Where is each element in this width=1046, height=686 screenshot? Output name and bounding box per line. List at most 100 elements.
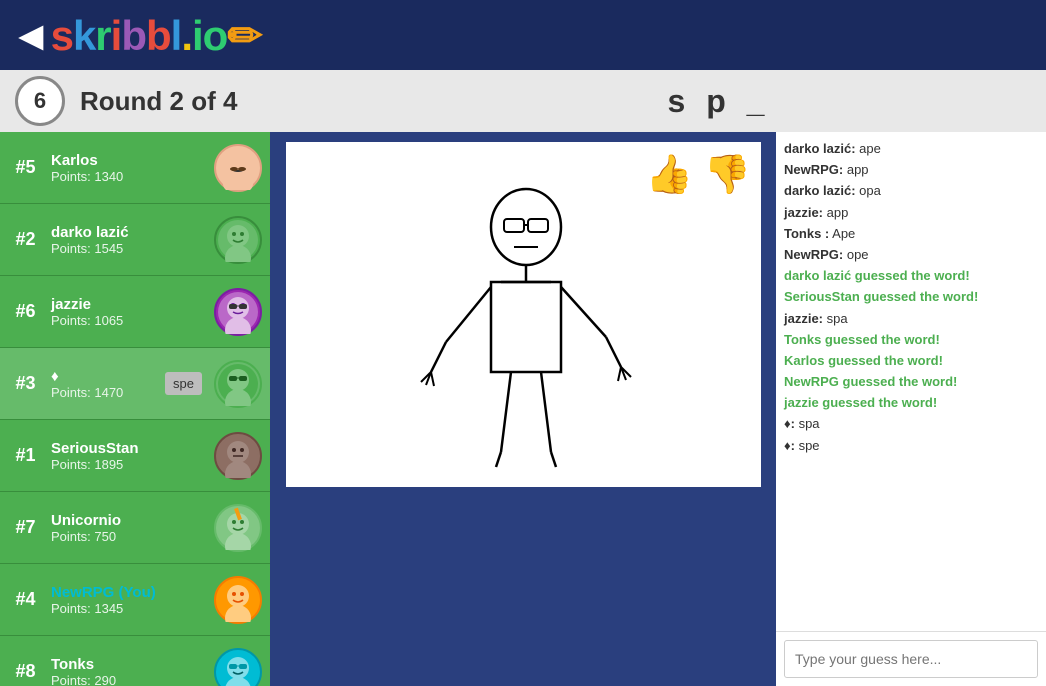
player-rank: #6 [8,301,43,322]
player-info: NewRPG (You) Points: 1345 [51,584,206,616]
player-points: Points: 1340 [51,169,206,184]
chat-area: darko lazić: ape NewRPG: app darko lazić… [776,132,1046,686]
player-item-drawing: #3 ♦ Points: 1470 spe [0,348,270,420]
logo-i: i [111,12,122,59]
player-info: jazzie Points: 1065 [51,296,206,328]
chat-input-area [776,631,1046,686]
player-name: NewRPG (You) [51,584,206,601]
logo-b2: b [146,12,171,59]
chat-message: NewRPG: ope [784,246,1038,264]
logo-l: l [171,12,182,59]
chat-sender: darko lazić: [784,141,856,156]
player-points: Points: 1545 [51,241,206,256]
player-points: Points: 1470 [51,385,157,400]
logo-r: r [95,12,110,59]
sidebar: #5 Karlos Points: 1340 #2 darko lazi [0,132,270,686]
logo-k: k [73,12,95,59]
player-item: #1 SeriousStan Points: 1895 [0,420,270,492]
avatar [214,432,262,480]
player-rank: #8 [8,661,43,682]
chat-sender: Tonks : [784,226,829,241]
avatar [214,648,262,686]
player-info: darko lazić Points: 1545 [51,224,206,256]
chat-message: darko lazić: opa [784,182,1038,200]
avatar [214,144,262,192]
player-name: Unicornio [51,512,206,529]
chat-sender: NewRPG: [784,162,843,177]
drawing-indicator: spe [165,372,202,395]
avatar [214,216,262,264]
player-item: #6 jazzie Points: 1065 [0,276,270,348]
chat-message: jazzie: spa [784,310,1038,328]
player-name: darko lazić [51,224,206,241]
player-item: #7 Unicornio Points: 750 [0,492,270,564]
chat-message-guessed: NewRPG guessed the word! [784,373,1038,391]
canvas-wrapper: 👍 👎 [286,142,761,487]
avatar [214,288,262,336]
player-points: Points: 1895 [51,457,206,472]
chat-sender: jazzie: [784,205,823,220]
round-text: Round 2 of 4 [80,86,392,117]
player-info: Karlos Points: 1340 [51,152,206,184]
player-rank: #7 [8,517,43,538]
chat-message: NewRPG: app [784,161,1038,179]
player-name: ♦ [51,368,157,385]
avatar [214,504,262,552]
chat-messages: darko lazić: ape NewRPG: app darko lazić… [776,132,1046,631]
logo-b1: b [121,12,146,59]
chat-message: jazzie: app [784,204,1038,222]
chat-message: darko lazić: ape [784,140,1038,158]
player-info: Tonks Points: 290 [51,656,206,686]
chat-message: Tonks : Ape [784,225,1038,243]
thumbsup-button[interactable]: 👍 [645,150,695,200]
player-name: SeriousStan [51,440,206,457]
main-content: #5 Karlos Points: 1340 #2 darko lazi [0,132,1046,686]
thumbsdown-button[interactable]: 👎 [703,150,753,200]
word-display: s p _ [407,83,1031,120]
avatar [214,360,262,408]
chat-sender: darko lazić: [784,183,856,198]
player-points: Points: 750 [51,529,206,544]
player-info: Unicornio Points: 750 [51,512,206,544]
header: ◄skribbl.io✏ [0,0,1046,70]
chat-sender: NewRPG: [784,247,843,262]
chat-message-guessed: Karlos guessed the word! [784,352,1038,370]
player-item: #8 Tonks Points: 290 [0,636,270,686]
player-item: #2 darko lazić Points: 1545 [0,204,270,276]
avatar [214,576,262,624]
logo-arrow: ◄ [10,12,51,59]
canvas-area: 👍 👎 [270,132,776,686]
chat-message: ♦: spe [784,437,1038,455]
diamond-icon: ♦: [784,438,795,453]
player-points: Points: 1345 [51,601,206,616]
player-name: Tonks [51,656,206,673]
chat-message-guessed: Tonks guessed the word! [784,331,1038,349]
player-rank: #4 [8,589,43,610]
timer-circle: 6 [15,76,65,126]
chat-message-guessed: darko lazić guessed the word! [784,267,1038,285]
player-rank: #2 [8,229,43,250]
player-name: Karlos [51,152,206,169]
timer-value: 6 [34,88,46,114]
player-info: SeriousStan Points: 1895 [51,440,206,472]
diamond-icon: ♦: [784,416,795,431]
logo-dot: . [181,12,192,59]
reaction-buttons: 👍 👎 [645,150,753,200]
player-info: ♦ Points: 1470 [51,368,157,400]
player-points: Points: 1065 [51,313,206,328]
chat-sender: jazzie: [784,311,823,326]
round-bar: 6 Round 2 of 4 s p _ [0,70,1046,132]
logo-s: s [51,12,73,59]
chat-message-guessed: SeriousStan guessed the word! [784,288,1038,306]
chat-input[interactable] [784,640,1038,678]
logo: ◄skribbl.io✏ [10,11,262,60]
player-rank: #3 [8,373,43,394]
player-points: Points: 290 [51,673,206,686]
player-name: jazzie [51,296,206,313]
player-item: #5 Karlos Points: 1340 [0,132,270,204]
player-rank: #5 [8,157,43,178]
player-item-you: #4 NewRPG (You) Points: 1345 [0,564,270,636]
chat-message: ♦: spa [784,415,1038,433]
chat-message-guessed: jazzie guessed the word! [784,394,1038,412]
logo-io: io [192,12,227,59]
